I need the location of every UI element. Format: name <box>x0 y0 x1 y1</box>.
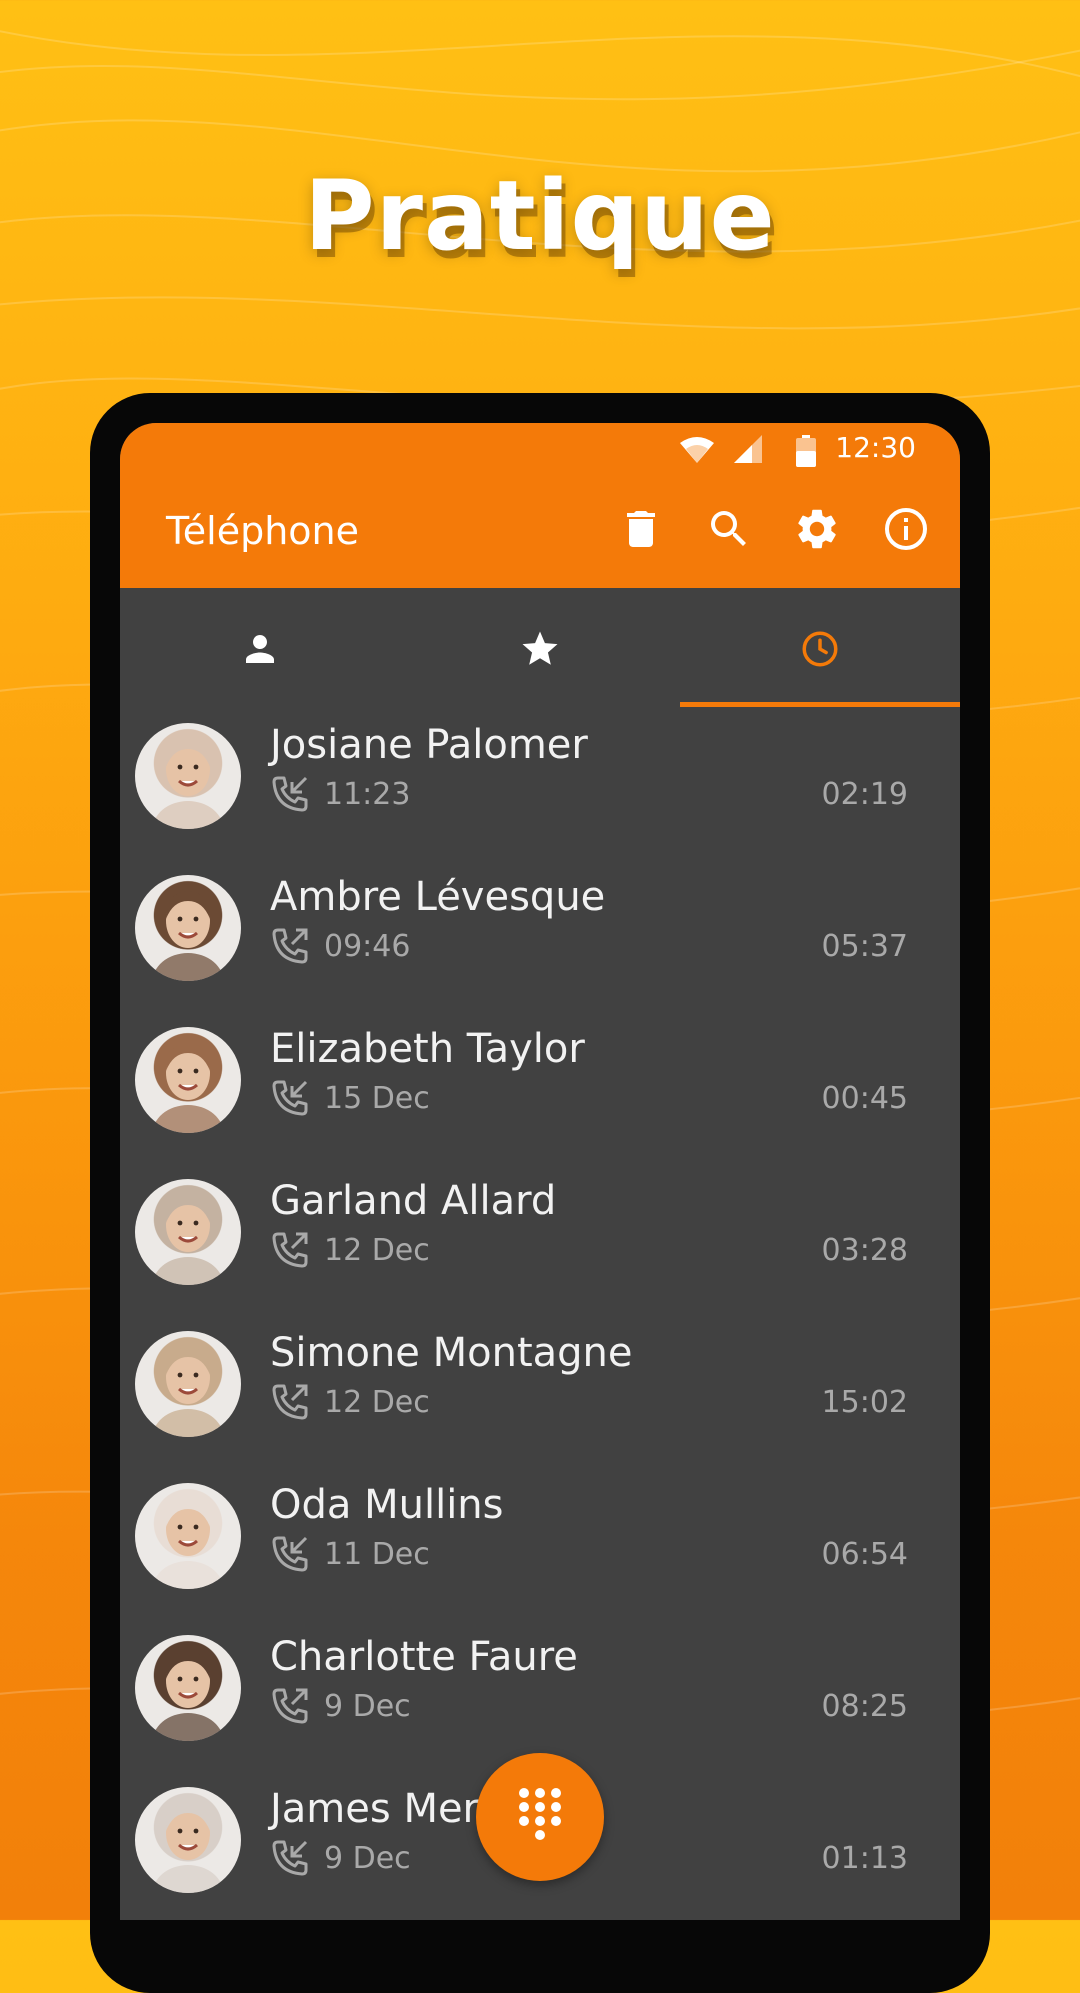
call-duration: 00:45 <box>821 1081 908 1116</box>
call-log-row[interactable]: Ambre Lévesque 09:46 05:37 <box>120 860 960 1012</box>
portrait-icon <box>152 1043 224 1133</box>
call-time: 09:46 <box>324 929 411 964</box>
portrait-icon <box>152 739 224 829</box>
phone-screen: 12:30 Téléphone Josiane Palomer 11:23 02… <box>120 423 960 1920</box>
status-time: 12:30 <box>835 431 916 464</box>
delete-button[interactable] <box>617 505 665 553</box>
call-duration: 15:02 <box>821 1385 908 1420</box>
avatar <box>135 875 241 981</box>
call-log-row[interactable]: Garland Allard 12 Dec 03:28 <box>120 1164 960 1316</box>
tab-contacts[interactable] <box>120 588 400 708</box>
portrait-icon <box>152 891 224 981</box>
signal-icon <box>734 435 762 463</box>
tab-favorites[interactable] <box>400 588 680 708</box>
avatar <box>135 1635 241 1741</box>
avatar <box>135 1331 241 1437</box>
contact-name: James Mer <box>270 1786 480 1832</box>
portrait-icon <box>152 1803 224 1893</box>
contact-name: Ambre Lévesque <box>270 874 606 920</box>
portrait-icon <box>152 1195 224 1285</box>
dialpad-icon <box>519 1788 561 1840</box>
dialpad-button[interactable] <box>476 1753 604 1881</box>
call-duration: 08:25 <box>821 1689 908 1724</box>
incoming-call-icon <box>272 776 308 812</box>
outgoing-call-icon <box>272 928 308 964</box>
call-duration: 06:54 <box>821 1537 908 1572</box>
battery-icon <box>796 435 816 467</box>
contact-name: Charlotte Faure <box>270 1634 578 1680</box>
info-icon <box>885 508 927 550</box>
call-time: 11 Dec <box>324 1537 430 1572</box>
outgoing-call-icon <box>272 1688 308 1724</box>
delete-icon <box>627 511 655 547</box>
avatar <box>135 1787 241 1893</box>
tab-indicator <box>680 702 960 707</box>
portrait-icon <box>152 1347 224 1437</box>
contact-name: Oda Mullins <box>270 1482 504 1528</box>
search-button[interactable] <box>705 505 753 553</box>
call-log-row[interactable]: Elizabeth Taylor 15 Dec 00:45 <box>120 1012 960 1164</box>
settings-button[interactable] <box>793 505 841 553</box>
star-icon <box>522 631 558 665</box>
call-time: 9 Dec <box>324 1689 411 1724</box>
contact-name: Elizabeth Taylor <box>270 1026 585 1072</box>
app-title: Téléphone <box>166 509 359 553</box>
call-duration: 02:19 <box>821 777 908 812</box>
call-duration: 05:37 <box>821 929 908 964</box>
call-duration: 03:28 <box>821 1233 908 1268</box>
info-button[interactable] <box>882 505 930 553</box>
call-log-row[interactable]: Charlotte Faure 9 Dec 08:25 <box>120 1620 960 1772</box>
wifi-icon <box>680 437 714 463</box>
status-bar: 12:30 <box>120 423 960 478</box>
settings-icon <box>798 509 836 549</box>
person-icon <box>246 635 274 663</box>
app-bar: 12:30 Téléphone <box>120 423 960 588</box>
contact-name: Simone Montagne <box>270 1330 633 1376</box>
call-time: 15 Dec <box>324 1081 430 1116</box>
portrait-icon <box>152 1651 224 1741</box>
avatar <box>135 1483 241 1589</box>
call-time: 12 Dec <box>324 1233 430 1268</box>
avatar <box>135 723 241 829</box>
contact-name: Josiane Palomer <box>270 722 588 768</box>
clock-icon <box>802 631 838 667</box>
outgoing-call-icon <box>272 1232 308 1268</box>
contact-name: Garland Allard <box>270 1178 557 1224</box>
avatar <box>135 1027 241 1133</box>
call-log-row[interactable]: Josiane Palomer 11:23 02:19 <box>120 708 960 860</box>
tab-recents[interactable] <box>680 588 960 708</box>
incoming-call-icon <box>272 1080 308 1116</box>
call-duration: 01:13 <box>821 1841 908 1876</box>
headline: Pratique <box>304 160 776 272</box>
tab-bar <box>120 588 960 708</box>
search-icon <box>711 511 746 546</box>
outgoing-call-icon <box>272 1384 308 1420</box>
portrait-icon <box>152 1499 224 1589</box>
call-log-row[interactable]: Oda Mullins 11 Dec 06:54 <box>120 1468 960 1620</box>
avatar <box>135 1179 241 1285</box>
call-time: 12 Dec <box>324 1385 430 1420</box>
call-log-row[interactable]: Simone Montagne 12 Dec 15:02 <box>120 1316 960 1468</box>
call-time: 9 Dec <box>324 1841 411 1876</box>
incoming-call-icon <box>272 1536 308 1572</box>
call-time: 11:23 <box>324 777 411 812</box>
incoming-call-icon <box>272 1840 308 1876</box>
